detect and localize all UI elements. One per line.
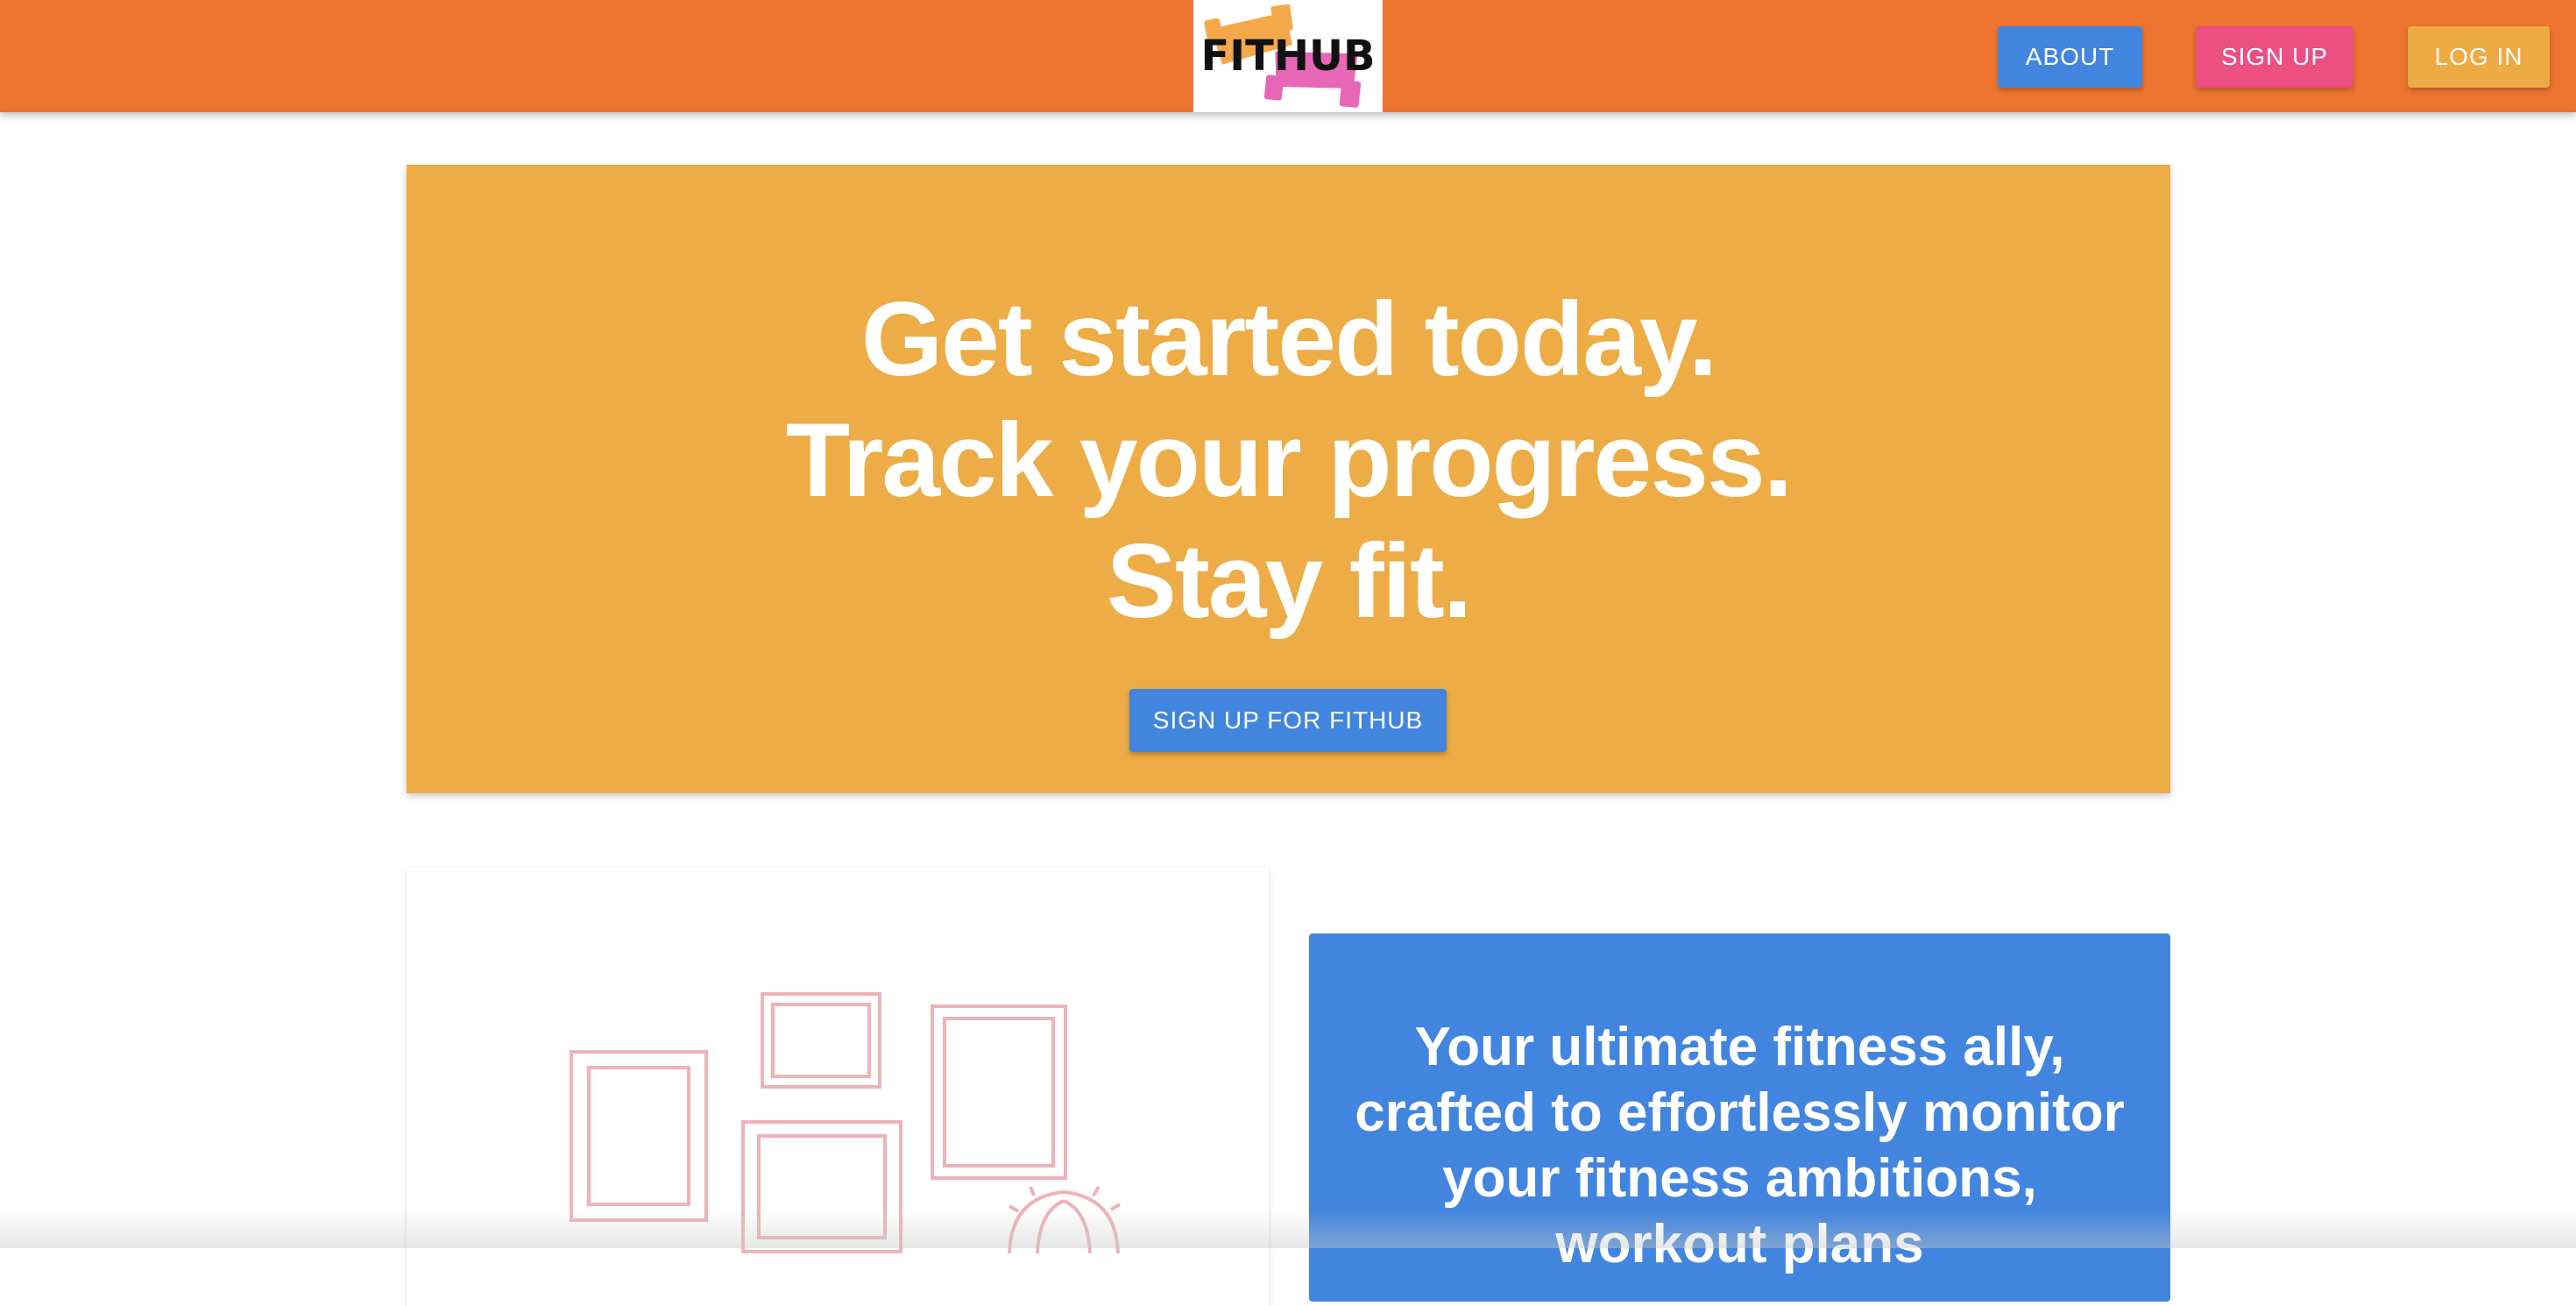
logo-graphic: FITHUB xyxy=(1200,4,1376,108)
illustration-card xyxy=(407,868,1269,1306)
hero-headline: Get started today. Track your progress. … xyxy=(407,279,2170,642)
sign-up-for-fithub-button[interactable]: SIGN UP FOR FITHUB xyxy=(1129,689,1447,752)
fithub-logo[interactable]: FITHUB xyxy=(1193,0,1383,112)
fitness-ally-text: Your ultimate fitness ally, crafted to e… xyxy=(1355,1017,2125,1274)
bottom-scroll-shadow xyxy=(0,1210,2576,1248)
hero-line-1: Get started today. xyxy=(860,280,1717,398)
logo-text: FITHUB xyxy=(1200,32,1375,81)
log-in-button[interactable]: LOG IN xyxy=(2408,26,2550,88)
hero-line-3: Stay fit. xyxy=(1106,522,1472,640)
hero-banner: Get started today. Track your progress. … xyxy=(407,165,2170,793)
picture-frames-illustration xyxy=(570,992,1122,1254)
fitness-ally-card: Your ultimate fitness ally, crafted to e… xyxy=(1309,933,2170,1302)
about-button[interactable]: ABOUT xyxy=(1998,26,2142,88)
top-navbar: FITHUB ABOUT SIGN UP LOG IN xyxy=(0,0,2576,112)
sign-up-button[interactable]: SIGN UP xyxy=(2196,26,2353,88)
hero-line-2: Track your progress. xyxy=(785,401,1793,519)
